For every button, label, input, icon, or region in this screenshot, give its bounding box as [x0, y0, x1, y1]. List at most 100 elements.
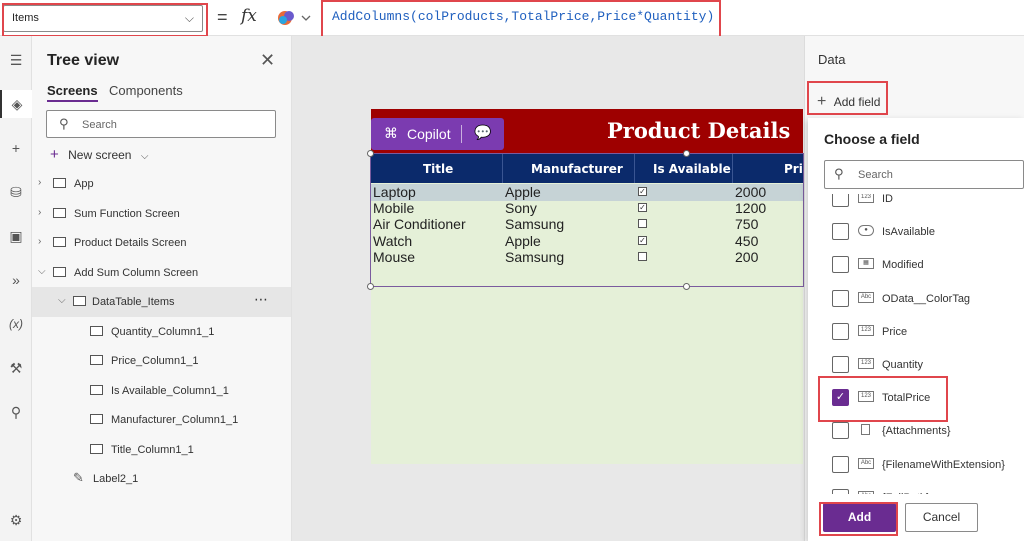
field-item[interactable]: Abc {FilenameWithExtension} — [808, 448, 1024, 481]
tree-item-app[interactable]: › App — [32, 169, 291, 199]
close-icon[interactable]: ✕ — [260, 50, 275, 71]
tree-item-screen[interactable]: ⌵ Add Sum Column Screen — [32, 258, 291, 288]
field-type-icon: Abc — [858, 491, 874, 494]
plus-icon: + — [50, 146, 59, 163]
more-options-icon[interactable]: ⋯ — [254, 291, 268, 308]
checkbox[interactable] — [832, 256, 849, 273]
table-icon — [73, 296, 86, 306]
field-label: {Attachments} — [882, 425, 951, 437]
checkbox[interactable] — [832, 456, 849, 473]
resize-handle[interactable] — [683, 283, 690, 290]
field-item[interactable]: ▦ Modified — [808, 248, 1024, 281]
checkbox[interactable] — [832, 290, 849, 307]
page-title: Product Details — [607, 118, 791, 143]
field-type-icon: ▦ — [858, 258, 874, 269]
screen-icon — [53, 208, 66, 218]
hamburger-icon[interactable]: ☰ — [0, 46, 32, 74]
highlight-box — [2, 3, 208, 37]
field-label: Price — [882, 326, 908, 338]
search-icon[interactable]: ⚲ — [0, 398, 32, 426]
column-icon — [90, 355, 103, 365]
tree-item-label: Product Details Screen — [74, 237, 187, 249]
field-item[interactable]: ● IsAvailable — [808, 215, 1024, 248]
edit-label-icon: ✎ — [73, 470, 84, 485]
screen-icon — [53, 237, 66, 247]
layers-icon[interactable]: ◈ — [0, 90, 32, 118]
field-item[interactable]: 123 ID — [808, 194, 1024, 215]
search-icon: ⚲ — [834, 166, 844, 181]
choose-field-title: Choose a field — [824, 131, 920, 147]
field-label: IsAvailable — [882, 226, 935, 238]
resize-handle[interactable] — [367, 150, 374, 157]
selection-frame — [370, 153, 804, 287]
left-rail: ☰ ◈ + ⛁ ▣ » (x) ⚒ ⚲ ⚙ — [0, 36, 32, 541]
divider — [461, 125, 462, 143]
field-search-input[interactable]: ⚲ Search — [824, 160, 1024, 189]
chat-icon[interactable]: 💬 — [474, 124, 491, 141]
tree-item-label: Label2_1 — [93, 473, 139, 485]
settings-icon[interactable]: ⚙ — [0, 506, 32, 534]
checkbox[interactable] — [832, 223, 849, 240]
tree-view-title: Tree view — [47, 52, 120, 69]
new-screen-button[interactable]: + New screen ⌵ — [50, 146, 148, 163]
tab-components[interactable]: Components — [109, 83, 183, 98]
copilot-control[interactable]: ⌘ Copilot 💬 — [371, 118, 504, 150]
field-item[interactable]: 123 Price — [808, 315, 1024, 348]
tools-icon[interactable]: ⚒ — [0, 354, 32, 382]
checkbox[interactable] — [832, 422, 849, 439]
chevron-right-icon: › — [38, 207, 42, 218]
database-icon[interactable]: ⛁ — [0, 178, 32, 206]
column-icon — [90, 326, 103, 336]
tree-search-input[interactable]: ⚲ Search — [46, 110, 276, 138]
power-automate-icon[interactable]: » — [0, 266, 32, 294]
field-list: 123 ID ● IsAvailable ▦ Modified Abc OData__Colo… — [808, 194, 1024, 494]
chevron-down-icon: ⌵ — [58, 295, 66, 306]
new-screen-label: New screen — [68, 148, 132, 162]
field-label: OData__ColorTag — [882, 293, 971, 305]
chevron-down-icon: ⌵ — [38, 266, 46, 277]
media-icon[interactable]: ▣ — [0, 222, 32, 250]
resize-handle[interactable] — [683, 150, 690, 157]
tree-item-column[interactable]: Manufacturer_Column1_1 — [32, 405, 291, 435]
checkbox[interactable] — [832, 323, 849, 340]
search-placeholder: Search — [858, 169, 893, 181]
field-label: Modified — [882, 259, 924, 271]
field-item[interactable]: Abc {FullPath} — [808, 481, 1024, 494]
field-type-icon — [861, 424, 870, 435]
fx-icon: fx — [241, 6, 257, 26]
column-icon — [90, 385, 103, 395]
tree-item-screen[interactable]: › Sum Function Screen — [32, 199, 291, 229]
field-item[interactable]: Abc OData__ColorTag — [808, 282, 1024, 315]
highlight-box — [321, 0, 721, 39]
tree-item-column[interactable]: Price_Column1_1 — [32, 346, 291, 376]
choose-field-popup: Choose a field ⚲ Search 123 ID ● IsAvailabl… — [808, 118, 1024, 541]
tree-item-column[interactable]: Quantity_Column1_1 — [32, 317, 291, 347]
checkbox[interactable] — [832, 194, 849, 207]
variables-icon[interactable]: (x) — [0, 310, 32, 338]
tab-screens[interactable]: Screens — [47, 83, 98, 102]
tree-item-screen[interactable]: › Product Details Screen — [32, 228, 291, 258]
tree-item-column[interactable]: Title_Column1_1 — [32, 435, 291, 465]
checkbox[interactable] — [832, 356, 849, 373]
plus-icon[interactable]: + — [0, 134, 32, 162]
copilot-icon — [278, 11, 311, 25]
resize-handle[interactable] — [367, 283, 374, 290]
data-panel-title: Data — [818, 52, 846, 67]
column-icon — [90, 414, 103, 424]
highlight-box — [818, 376, 948, 422]
copilot-formula-button[interactable] — [275, 7, 315, 29]
tree-item-label-control[interactable]: ✎ Label2_1 — [32, 464, 291, 494]
tree-item-label: Add Sum Column Screen — [74, 267, 199, 279]
checkbox[interactable] — [832, 489, 849, 494]
screen-icon — [53, 267, 66, 277]
tree-item-column[interactable]: Is Available_Column1_1 — [32, 376, 291, 406]
tree-item-label: Quantity_Column1_1 — [111, 326, 215, 338]
cancel-button[interactable]: Cancel — [905, 503, 978, 532]
tree-item-datatable[interactable]: ⌵ DataTable_Items ⋯ — [32, 287, 291, 317]
field-type-icon: Abc — [858, 292, 874, 303]
copilot-icon: ⌘ — [384, 125, 398, 141]
tree-item-label: Price_Column1_1 — [111, 355, 199, 367]
chevron-right-icon: › — [38, 177, 42, 188]
field-type-icon: Abc — [858, 458, 874, 469]
tree-item-label: Sum Function Screen — [74, 208, 180, 220]
